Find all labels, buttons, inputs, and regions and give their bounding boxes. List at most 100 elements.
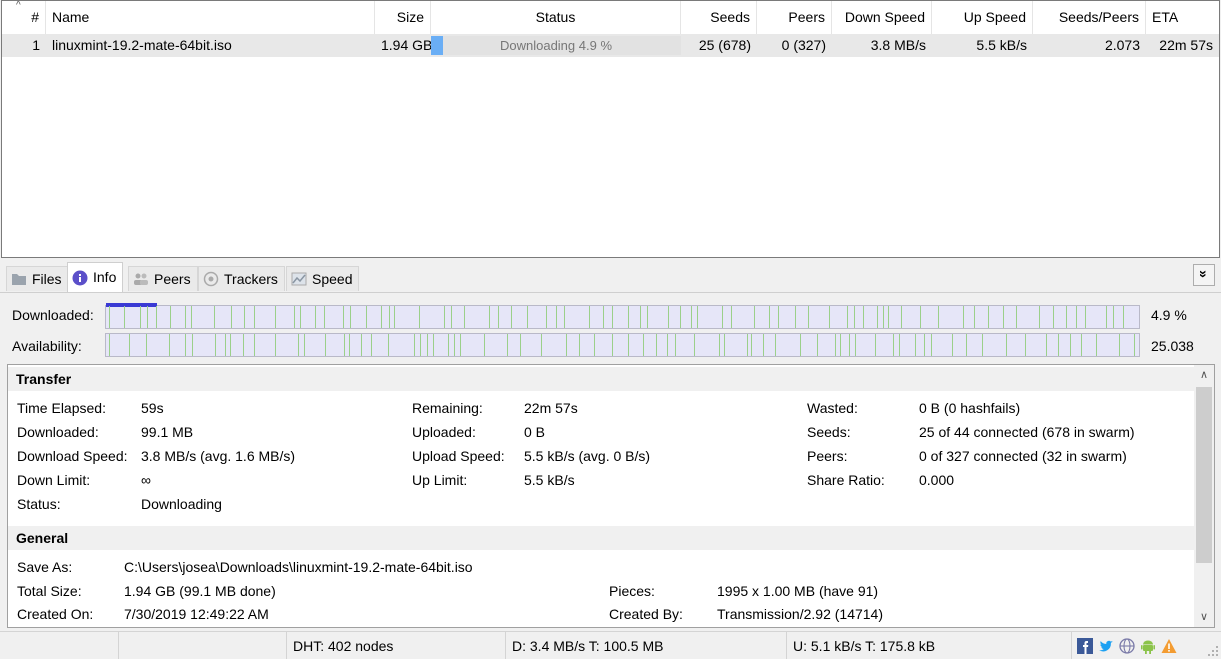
- piece-stripe: [192, 334, 193, 356]
- torrent-list[interactable]: ^ # Name Size Status Seeds Peers Down Sp…: [1, 0, 1220, 258]
- piece-stripe: [1046, 334, 1047, 356]
- piece-stripe: [460, 334, 461, 356]
- twitter-icon[interactable]: [1098, 638, 1114, 654]
- info-panel: Downloaded: 4.9 % Availability: 25.038 T…: [0, 292, 1221, 629]
- time-elapsed-value: 59s: [141, 400, 164, 416]
- piece-stripe: [215, 334, 216, 356]
- piece-stripe: [628, 334, 629, 356]
- piece-stripe: [366, 306, 367, 328]
- android-icon[interactable]: [1140, 638, 1156, 654]
- speed-graph-icon: [291, 272, 307, 286]
- piece-stripe: [612, 334, 613, 356]
- piece-stripe: [808, 306, 809, 328]
- piece-stripe: [444, 306, 445, 328]
- piece-stripe: [541, 334, 542, 356]
- column-header-seeds-peers[interactable]: Seeds/Peers: [1033, 1, 1146, 34]
- total-size-value: 1.94 GB (99.1 MB done): [124, 583, 276, 599]
- created-by-label: Created By:: [609, 606, 683, 622]
- column-header-size[interactable]: Size: [375, 1, 431, 34]
- tab-info-label: Info: [93, 269, 117, 285]
- tab-trackers[interactable]: Trackers: [198, 266, 285, 291]
- piece-stripe: [304, 334, 305, 356]
- piece-stripe: [448, 334, 449, 356]
- scrollbar-thumb[interactable]: [1196, 387, 1212, 563]
- downloaded-pieces-bar: [105, 303, 1140, 329]
- piece-stripe: [1066, 306, 1067, 328]
- piece-stripe: [350, 306, 351, 328]
- wasted-label: Wasted:: [807, 400, 858, 416]
- piece-stripe: [594, 334, 595, 356]
- piece-stripe: [769, 306, 770, 328]
- trackers-icon: [203, 271, 219, 287]
- resize-grip-icon[interactable]: [1207, 645, 1219, 657]
- facebook-icon[interactable]: [1077, 638, 1093, 654]
- column-header-name[interactable]: Name: [46, 1, 375, 34]
- column-header-status[interactable]: Status: [431, 1, 681, 34]
- torrent-down-speed: 3.8 MB/s: [870, 37, 926, 53]
- piece-stripe: [324, 306, 325, 328]
- created-on-label: Created On:: [17, 606, 94, 622]
- piece-stripe: [507, 334, 508, 356]
- column-header-down-speed[interactable]: Down Speed: [832, 1, 932, 34]
- piece-stripe: [185, 306, 186, 328]
- column-header-up-speed[interactable]: Up Speed: [932, 1, 1033, 34]
- piece-stripe: [963, 306, 964, 328]
- piece-stripe: [667, 334, 668, 356]
- info-icon: [72, 270, 88, 285]
- column-header-seeds[interactable]: Seeds: [681, 1, 757, 34]
- torrent-number: 1: [32, 37, 40, 53]
- torrent-seeds-peers-ratio: 2.073: [1104, 37, 1140, 53]
- piece-stripe: [1003, 306, 1004, 328]
- piece-stripe: [381, 306, 382, 328]
- piece-stripe: [225, 334, 226, 356]
- tab-speed[interactable]: Speed: [286, 266, 360, 291]
- tab-peers-label: Peers: [154, 270, 191, 287]
- warning-icon[interactable]: [1161, 638, 1177, 654]
- globe-icon[interactable]: [1119, 638, 1135, 654]
- scroll-up-arrow-icon[interactable]: ∧: [1194, 365, 1214, 385]
- piece-stripe: [883, 306, 884, 328]
- collapse-panel-button[interactable]: »: [1193, 264, 1215, 286]
- tab-info[interactable]: Info: [67, 262, 124, 292]
- detail-tabs: Files Info Peers Trackers Speed »: [0, 262, 1221, 292]
- details-scrollbar[interactable]: ∧ ∨: [1194, 365, 1214, 627]
- piece-stripe: [419, 306, 420, 328]
- piece-stripe: [349, 334, 350, 356]
- tab-files-label: Files: [32, 270, 62, 287]
- piece-stripe: [656, 334, 657, 356]
- upload-speed-label: Upload Speed:: [412, 448, 505, 464]
- piece-stripe: [185, 334, 186, 356]
- created-by-value: Transmission/2.92 (14714): [717, 606, 884, 622]
- column-header-number[interactable]: #: [2, 1, 46, 34]
- downloaded-label: Downloaded:: [17, 424, 99, 440]
- availability-bar-label: Availability:: [12, 338, 82, 354]
- piece-stripe: [254, 334, 255, 356]
- piece-stripe: [603, 306, 604, 328]
- tab-speed-label: Speed: [312, 270, 353, 287]
- piece-stripe: [855, 334, 856, 356]
- torrent-status-text: Downloading 4.9 %: [499, 38, 613, 53]
- status-value: Downloading: [141, 496, 222, 512]
- availability-pieces-bar: [105, 333, 1140, 357]
- upload-status: U: 5.1 kB/s T: 175.8 kB: [786, 632, 1071, 659]
- piece-stripe: [109, 306, 110, 328]
- tab-peers[interactable]: Peers: [128, 266, 198, 291]
- list-header: ^ # Name Size Status Seeds Peers Down Sp…: [2, 1, 1219, 34]
- piece-stripe: [835, 334, 836, 356]
- download-speed-label: Download Speed:: [17, 448, 128, 464]
- piece-stripe: [254, 306, 255, 328]
- column-header-peers[interactable]: Peers: [757, 1, 832, 34]
- torrent-details[interactable]: Transfer Time Elapsed: 59s Downloaded: 9…: [7, 364, 1215, 628]
- piece-stripe: [394, 306, 395, 328]
- torrent-row[interactable]: 1 linuxmint-19.2-mate-64bit.iso 1.94 GB …: [2, 34, 1219, 57]
- piece-stripe: [1058, 334, 1059, 356]
- tab-files[interactable]: Files: [6, 266, 69, 291]
- peers-value: 0 of 327 connected (32 in swarm): [919, 448, 1127, 464]
- piece-stripe: [800, 334, 801, 356]
- piece-stripe: [751, 334, 752, 356]
- piece-stripe: [109, 334, 110, 356]
- column-header-eta[interactable]: ETA: [1146, 1, 1219, 34]
- piece-stripe: [566, 334, 567, 356]
- scroll-down-arrow-icon[interactable]: ∨: [1194, 607, 1214, 627]
- piece-stripe: [454, 334, 455, 356]
